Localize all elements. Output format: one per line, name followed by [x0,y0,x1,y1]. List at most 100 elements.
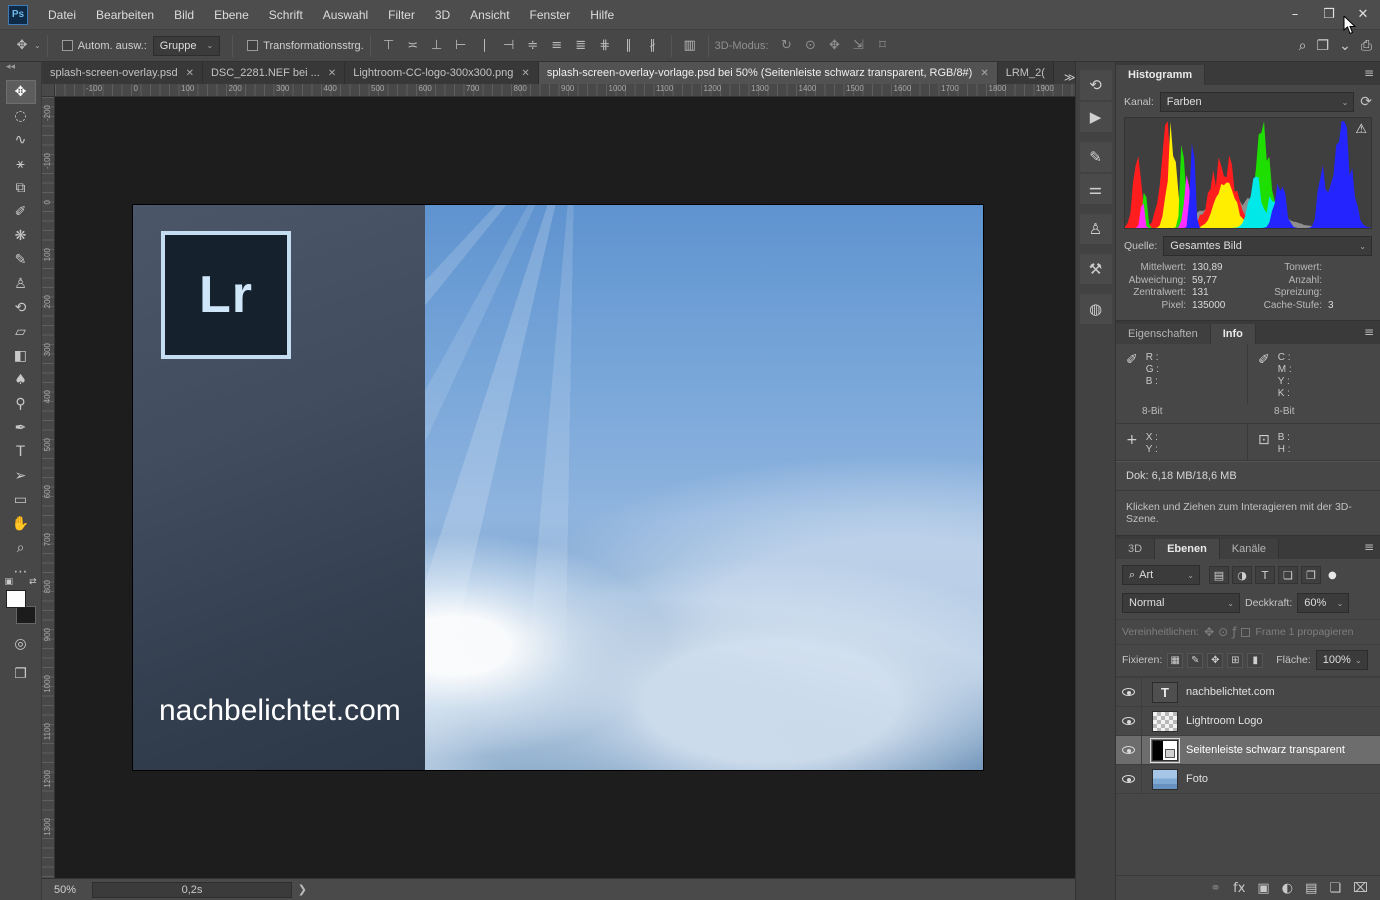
document-tab-1[interactable]: DSC_2281.NEF bei ...✕ [203,62,345,84]
tool-preset-chevron-icon[interactable]: ⌄ [34,41,41,50]
distribute-spacing-icon[interactable]: ▥ [678,38,702,53]
tab-3d[interactable]: 3D [1116,539,1155,559]
blend-mode-dropdown[interactable]: Normal ⌄ [1122,593,1240,613]
distribute-right-icon[interactable]: ∦ [641,38,665,53]
layer-row[interactable]: Lightroom Logo [1116,707,1380,736]
align-bottom-edges-icon[interactable]: ⊥ [425,38,449,53]
quelle-dropdown[interactable]: Gesamtes Bild ⌄ [1163,236,1372,256]
distribute-top-icon[interactable]: ≑ [521,38,545,53]
crop-tool[interactable]: ⧉ [6,176,36,200]
document-tab-4[interactable]: LRM_2( [998,62,1054,84]
type-tool[interactable]: T [6,440,36,464]
dodge-tool[interactable]: ⚲ [6,392,36,416]
visibility-toggle[interactable] [1116,707,1142,735]
lock-all-icon[interactable]: ▮ [1247,653,1263,668]
marquee-tool[interactable]: ◌ [6,104,36,128]
align-vertical-centers-icon[interactable]: ≍ [401,38,425,53]
default-colors-icon[interactable]: ▣ [5,577,14,587]
brush-presets-panel-icon[interactable]: ⚌ [1080,174,1112,204]
visibility-toggle[interactable] [1116,736,1142,764]
tab-eigenschaften[interactable]: Eigenschaften [1116,324,1211,344]
eraser-tool[interactable]: ▱ [6,320,36,344]
menu-item-ansicht[interactable]: Ansicht [460,0,519,30]
share-icon[interactable]: ⎙ [1361,38,1372,54]
menu-item-3d[interactable]: 3D [425,0,460,30]
unify-style-icon[interactable]: ƒ [1232,625,1236,639]
tab-histogramm[interactable]: Histogramm [1116,65,1205,85]
distribute-bottom-icon[interactable]: ≣ [569,38,593,53]
cc-libraries-panel-icon[interactable]: ◍ [1080,294,1112,324]
document-info-field[interactable]: 0,2s ❯ [92,882,292,898]
history-brush-tool[interactable]: ⟲ [6,296,36,320]
actions-panel-icon[interactable]: ▶ [1080,102,1112,132]
status-chevron-icon[interactable]: ❯ [298,883,307,896]
healing-brush-tool[interactable]: ❋ [6,224,36,248]
menu-item-schrift[interactable]: Schrift [259,0,313,30]
filter-shape-layers-icon[interactable]: ❏ [1278,566,1298,584]
zoom-level-field[interactable]: 50% [42,884,92,896]
unify-visibility-icon[interactable]: ⊙ [1218,625,1228,639]
3d-roll-icon[interactable]: ⊙ [798,38,822,53]
tab-kanäle[interactable]: Kanäle [1220,539,1279,559]
chevron-down-icon[interactable]: ⌄ [1339,38,1351,54]
clone-stamp-tool[interactable]: ♙ [6,272,36,296]
lock-transparency-icon[interactable]: ▦ [1167,653,1183,668]
brush-tool[interactable]: ✎ [6,248,36,272]
3d-slide-icon[interactable]: ⇲ [846,38,870,53]
delete-layer-icon[interactable]: ⌧ [1353,881,1368,896]
layer-filter-dropdown[interactable]: ⌕ Art ⌄ [1122,565,1200,585]
tab-ebenen[interactable]: Ebenen [1155,539,1220,559]
distribute-center-icon[interactable]: ∥ [617,38,641,53]
document-tab-3[interactable]: splash-screen-overlay-vorlage.psd bei 50… [539,62,998,84]
document-canvas[interactable]: Lr nachbelichtet.com [133,205,983,770]
close-tab-icon[interactable]: ✕ [980,68,988,79]
eyedropper-tool[interactable]: ✐ [6,200,36,224]
new-layer-icon[interactable]: ❏ [1329,881,1341,896]
filter-adjustment-layers-icon[interactable]: ◑ [1232,566,1252,584]
filter-smart-objects-icon[interactable]: ❐ [1301,566,1321,584]
menu-item-datei[interactable]: Datei [38,0,86,30]
kanal-dropdown[interactable]: Farben ⌄ [1160,92,1354,112]
menu-item-auswahl[interactable]: Auswahl [313,0,378,30]
menu-item-ebene[interactable]: Ebene [204,0,259,30]
workspace-icon[interactable]: ❐ [1317,38,1330,54]
search-icon[interactable]: ⌕ [1299,38,1307,54]
lock-artboard-icon[interactable]: ⊞ [1227,653,1243,668]
panel-menu-icon[interactable]: ≡ [1364,66,1374,80]
menu-item-bearbeiten[interactable]: Bearbeiten [86,0,164,30]
opacity-dropdown[interactable]: 60% ⌄ [1297,593,1349,613]
filter-toggle-icon[interactable]: ● [1328,570,1337,581]
quick-mask-button[interactable]: ◎ [6,632,36,656]
panel-menu-icon[interactable]: ≡ [1364,325,1374,339]
link-layers-icon[interactable]: ⚭ [1210,881,1221,896]
filter-pixel-layers-icon[interactable]: ▤ [1209,566,1229,584]
3d-pan-icon[interactable]: ✥ [822,38,846,53]
tool-presets-panel-icon[interactable]: ⚒ [1080,254,1112,284]
close-tab-icon[interactable]: ✕ [521,68,529,79]
collapse-toolbar-icon[interactable]: ◂◂ [0,62,41,80]
visibility-toggle[interactable] [1116,678,1142,706]
fill-dropdown[interactable]: 100% ⌄ [1316,650,1368,670]
foreground-color-swatch[interactable] [6,590,26,608]
document-tab-2[interactable]: Lightroom-CC-logo-300x300.png✕ [345,62,539,84]
auto-select-dropdown[interactable]: Gruppe ⌄ [153,36,220,56]
panel-menu-icon[interactable]: ≡ [1364,540,1374,554]
screen-mode-button[interactable]: ❐ [6,662,36,686]
pen-tool[interactable]: ✒ [6,416,36,440]
minimize-button[interactable]: – [1278,0,1312,28]
distribute-vertical-icon[interactable]: ≡ [545,38,569,53]
tab-info[interactable]: Info [1211,324,1256,344]
layer-row[interactable]: Foto [1116,765,1380,794]
adjustment-layer-icon[interactable]: ◐ [1282,881,1293,896]
close-tab-icon[interactable]: ✕ [328,68,336,79]
menu-item-hilfe[interactable]: Hilfe [580,0,624,30]
zoom-tool[interactable]: ⌕ [6,536,36,560]
maximize-button[interactable]: ❒ [1312,0,1346,28]
transform-controls-checkbox[interactable] [247,40,258,51]
menu-item-fenster[interactable]: Fenster [520,0,581,30]
layer-mask-icon[interactable]: ▣ [1257,881,1269,896]
distribute-left-icon[interactable]: ⋕ [593,38,617,53]
document-tab-0[interactable]: splash-screen-overlay.psd✕ [42,62,203,84]
align-horizontal-centers-icon[interactable]: ∣ [473,38,497,53]
lock-pixels-icon[interactable]: ✎ [1187,653,1203,668]
